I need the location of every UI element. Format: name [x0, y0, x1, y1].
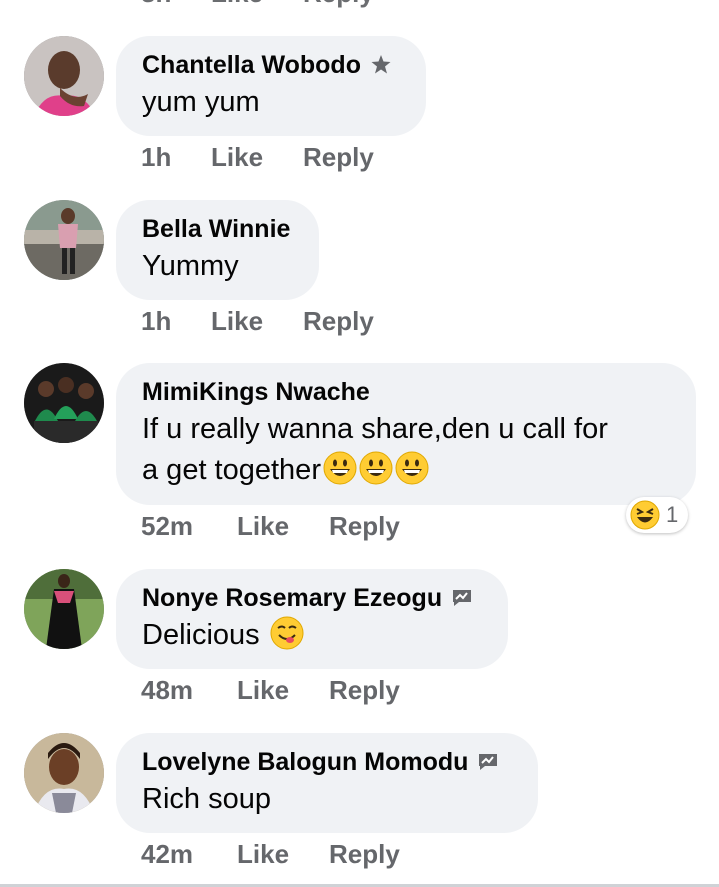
laughing-emoji-icon [630, 500, 660, 530]
like-button[interactable]: Like [211, 141, 303, 173]
yum-face-emoji-icon [270, 616, 304, 650]
comment-text: Yummy [142, 250, 239, 282]
reply-button[interactable]: Reply [303, 0, 374, 9]
comment-author[interactable]: Bella Winnie [142, 212, 293, 246]
comment-bubble: Bella Winnie Yummy [116, 200, 319, 300]
reaction-summary[interactable]: 1 [626, 497, 689, 533]
avatar[interactable] [24, 36, 104, 116]
comment-author[interactable]: MimiKings Nwache [142, 375, 670, 409]
comment-author[interactable]: Chantella Wobodo [142, 48, 400, 82]
reply-button[interactable]: Reply [329, 674, 400, 706]
like-button[interactable]: Like [237, 838, 329, 870]
reply-button[interactable]: Reply [329, 510, 400, 542]
grinning-emoji-icon [323, 451, 357, 485]
avatar[interactable] [24, 733, 104, 813]
like-button[interactable]: Like [211, 0, 263, 9]
comment-bubble: MimiKings Nwache If u really wanna share… [116, 363, 696, 505]
comment-text-content: Delicious [142, 619, 260, 651]
reply-button[interactable]: Reply [303, 141, 374, 173]
author-name[interactable]: Nonye Rosemary Ezeogu [142, 581, 442, 615]
comment-actions: 1h Like Reply [141, 305, 374, 337]
comment-text-line: a get together [142, 454, 321, 486]
author-name[interactable]: Chantella Wobodo [142, 48, 361, 82]
comment-actions: 1h Like Reply [141, 141, 374, 173]
comment-author[interactable]: Lovelyne Balogun Momodu [142, 745, 512, 779]
comment-text-line: If u really wanna share,den u call for [142, 413, 608, 445]
reaction-count: 1 [666, 502, 679, 527]
conversation-starter-icon [479, 754, 498, 770]
comment-text: Rich soup [142, 783, 271, 815]
top-fan-star-icon [371, 55, 391, 74]
comment-actions: 52m Like Reply [141, 510, 400, 542]
reply-button[interactable]: Reply [329, 838, 400, 870]
comment-time: 3h [141, 0, 171, 9]
comment-actions: 48m Like Reply [141, 674, 400, 706]
author-name[interactable]: Bella Winnie [142, 212, 290, 246]
comment-actions: 42m Like Reply [141, 838, 400, 870]
like-button[interactable]: Like [237, 510, 329, 542]
comment-time: 1h [141, 306, 172, 336]
grinning-emoji-icon [359, 451, 393, 485]
comment-text: If u really wanna share,den u call for a… [142, 409, 670, 491]
comment-text: Delicious [142, 615, 482, 656]
comment-bubble: Lovelyne Balogun Momodu Rich soup [116, 733, 538, 833]
comment-time: 52m [141, 511, 194, 541]
comment-bubble: Nonye Rosemary Ezeogu Delicious [116, 569, 508, 669]
comment-time: 42m [141, 839, 194, 869]
comment-time: 1h [141, 142, 172, 172]
comment-text: yum yum [142, 86, 260, 118]
grinning-emoji-icon [395, 451, 429, 485]
previous-comment-actions: 3h Like Reply [0, 0, 719, 10]
like-button[interactable]: Like [237, 674, 329, 706]
comment-time: 48m [141, 675, 194, 705]
comment-bubble: Chantella Wobodo yum yum [116, 36, 426, 136]
like-button[interactable]: Like [211, 305, 303, 337]
avatar[interactable] [24, 363, 104, 443]
author-name[interactable]: MimiKings Nwache [142, 375, 370, 409]
reply-button[interactable]: Reply [303, 305, 374, 337]
avatar[interactable] [24, 200, 104, 280]
conversation-starter-icon [453, 590, 472, 606]
comment-author[interactable]: Nonye Rosemary Ezeogu [142, 581, 482, 615]
avatar[interactable] [24, 569, 104, 649]
author-name[interactable]: Lovelyne Balogun Momodu [142, 745, 468, 779]
